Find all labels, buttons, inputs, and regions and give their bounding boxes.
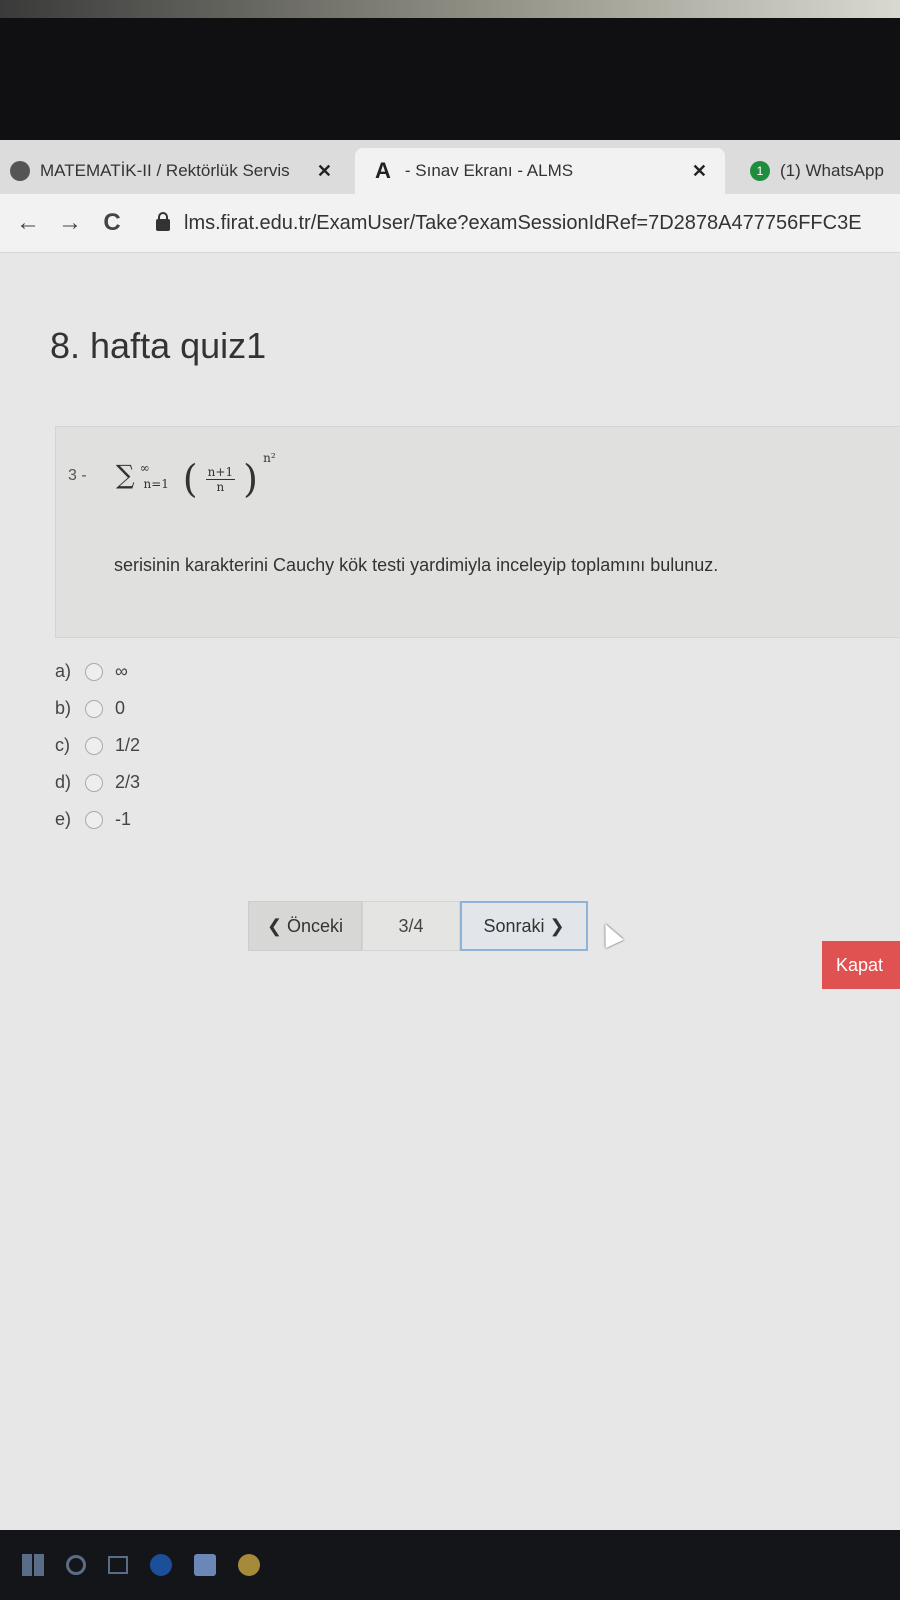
option-c[interactable]: c) 1/2: [55, 727, 140, 764]
fraction: n+1 n: [205, 464, 236, 494]
forward-arrow-icon[interactable]: →: [56, 209, 84, 237]
alms-favicon-icon: A: [375, 158, 391, 183]
question-formula: ∑ ∞ n=1 ( n+1 n ) n²: [116, 451, 276, 502]
tab-close-icon[interactable]: ✕: [692, 161, 707, 182]
radio-button[interactable]: [85, 810, 103, 829]
task-view-icon[interactable]: [108, 1556, 128, 1574]
close-paren: ): [243, 457, 258, 501]
photo-background: [0, 0, 900, 18]
page-title: 8. hafta quiz1: [50, 325, 267, 366]
address-bar: ← → C lms.firat.edu.tr/ExamUser/Take?exa…: [0, 194, 900, 253]
open-paren: (: [182, 457, 198, 501]
option-value: 1/2: [115, 735, 141, 755]
lock-icon: [156, 212, 170, 231]
edge-icon[interactable]: [150, 1554, 172, 1576]
option-d[interactable]: d) 2/3: [55, 764, 140, 801]
option-letter: a): [55, 661, 72, 681]
radio-button[interactable]: [85, 736, 103, 755]
option-value: 0: [115, 698, 126, 718]
previous-button[interactable]: ❮ Önceki: [248, 901, 362, 951]
sum-lower-limit: n=1: [143, 476, 169, 491]
whatsapp-badge-icon: 1: [750, 161, 770, 181]
option-letter: c): [55, 735, 70, 755]
tab-close-icon[interactable]: ✕: [317, 161, 332, 182]
page-counter: 3/4: [362, 901, 460, 951]
tab-sinav-ekrani[interactable]: A - Sınav Ekranı - ALMS ✕: [355, 148, 725, 194]
radio-button[interactable]: [85, 773, 103, 792]
close-exam-button[interactable]: Kapat: [822, 941, 900, 989]
fraction-denominator: n: [216, 479, 225, 494]
question-number: 3 -: [68, 467, 87, 484]
sigma-symbol: ∑: [116, 460, 135, 491]
option-b[interactable]: b) 0: [55, 690, 140, 727]
search-icon[interactable]: [66, 1555, 86, 1575]
browser-tab-bar: MATEMATİK-II / Rektörlük Servis ✕ A - Sı…: [0, 140, 900, 194]
tab-label: - Sınav Ekranı - ALMS: [404, 161, 574, 180]
mouse-cursor-icon: [596, 919, 624, 949]
question-pager: ❮ Önceki 3/4 Sonraki ❯: [248, 901, 588, 951]
option-value: ∞: [115, 661, 128, 681]
file-explorer-icon[interactable]: [194, 1554, 216, 1576]
fraction-numerator: n+1: [205, 464, 236, 480]
question-box: 3 - ∑ ∞ n=1 ( n+1 n ) n² serisinin karak…: [55, 426, 900, 638]
sum-limits: ∞ n=1: [140, 461, 183, 491]
exponent: n²: [263, 450, 276, 465]
url-field[interactable]: lms.firat.edu.tr/ExamUser/Take?examSessi…: [156, 212, 886, 235]
question-text: serisinin karakterini Cauchy kök testi y…: [114, 555, 719, 575]
radio-button[interactable]: [85, 662, 103, 681]
tab-label: (1) WhatsApp: [780, 161, 884, 180]
option-letter: d): [55, 772, 72, 792]
exam-page: 8. hafta quiz1 3 - ∑ ∞ n=1 ( n+1 n ) n² …: [0, 253, 900, 1530]
tab-whatsapp[interactable]: 1 (1) WhatsApp: [740, 148, 900, 194]
monitor-bezel: [0, 18, 900, 140]
option-letter: b): [55, 698, 72, 718]
option-letter: e): [55, 809, 72, 829]
option-a[interactable]: a) ∞: [55, 653, 140, 690]
tab-label: MATEMATİK-II / Rektörlük Servis: [40, 161, 290, 180]
option-e[interactable]: e) -1: [55, 801, 140, 838]
windows-icon[interactable]: [22, 1554, 44, 1576]
windows-taskbar: [0, 1530, 900, 1600]
radio-button[interactable]: [85, 699, 103, 718]
next-button[interactable]: Sonraki ❯: [460, 901, 588, 951]
sum-upper-limit: ∞: [139, 460, 150, 475]
site-favicon-icon: [10, 161, 30, 181]
answer-options: a) ∞ b) 0 c) 1/2 d) 2/3 e) -1: [55, 653, 140, 838]
reload-icon[interactable]: C: [98, 209, 126, 237]
url-text: lms.firat.edu.tr/ExamUser/Take?examSessi…: [184, 211, 862, 234]
option-value: -1: [115, 809, 132, 829]
chrome-icon[interactable]: [238, 1554, 260, 1576]
back-arrow-icon[interactable]: ←: [14, 209, 42, 237]
tab-matematik[interactable]: MATEMATİK-II / Rektörlük Servis ✕: [0, 148, 350, 194]
option-value: 2/3: [115, 772, 141, 792]
